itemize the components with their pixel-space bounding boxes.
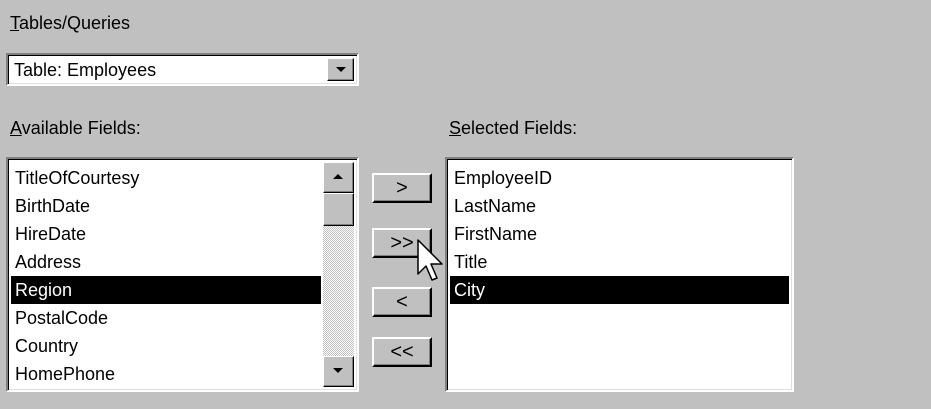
- selected-fields-list[interactable]: EmployeeID LastName FirstName Title City: [445, 157, 794, 392]
- scroll-up-button[interactable]: [323, 162, 354, 193]
- available-fields-list[interactable]: TitleOfCourtesy BirthDate HireDate Address R…: [6, 157, 359, 392]
- list-item[interactable]: TitleOfCourtesy: [11, 164, 321, 192]
- dropdown-button[interactable]: [327, 58, 354, 81]
- list-item[interactable]: Region: [11, 276, 321, 304]
- list-item[interactable]: HomePhone: [11, 360, 321, 388]
- list-item[interactable]: FirstName: [450, 220, 789, 248]
- tables-queries-label: Tables/Queries: [10, 13, 131, 33]
- list-item[interactable]: LastName: [450, 192, 789, 220]
- tables-queries-combobox[interactable]: Table: Employees: [6, 53, 359, 86]
- scroll-down-button[interactable]: [323, 356, 354, 387]
- list-item[interactable]: Address: [11, 248, 321, 276]
- list-item[interactable]: BirthDate: [11, 192, 321, 220]
- mouse-pointer-icon: [417, 239, 443, 281]
- tables-queries-value: Table: Employees: [14, 60, 157, 80]
- chevron-down-icon: [336, 67, 346, 72]
- add-field-button[interactable]: >: [372, 173, 432, 203]
- list-item[interactable]: Title: [450, 248, 789, 276]
- remove-field-button[interactable]: <: [372, 287, 432, 317]
- selected-fields-label: Selected Fields:: [449, 118, 578, 138]
- scroll-down-icon: [333, 368, 343, 373]
- remove-all-fields-button[interactable]: <<: [372, 337, 432, 367]
- list-item[interactable]: Country: [11, 332, 321, 360]
- available-fields-label: Available Fields:: [10, 118, 141, 138]
- scrollbar-thumb[interactable]: [323, 193, 354, 226]
- list-item[interactable]: EmployeeID: [450, 164, 789, 192]
- list-item[interactable]: PostalCode: [11, 304, 321, 332]
- list-item[interactable]: HireDate: [11, 220, 321, 248]
- vertical-scrollbar[interactable]: [323, 162, 354, 387]
- scroll-up-icon: [333, 174, 343, 179]
- list-item[interactable]: City: [450, 276, 789, 304]
